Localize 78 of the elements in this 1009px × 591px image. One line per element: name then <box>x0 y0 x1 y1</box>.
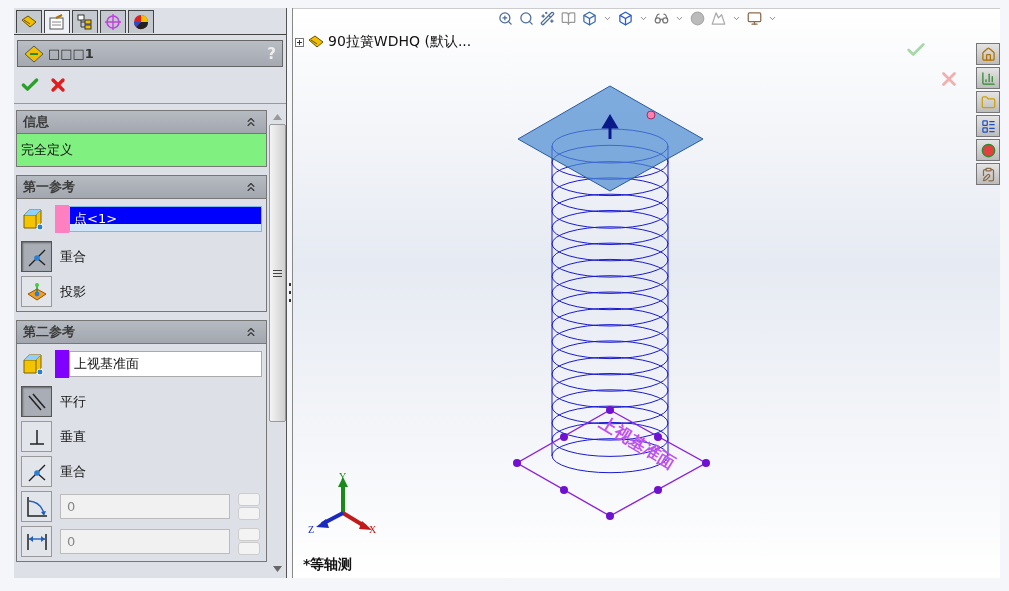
panel-tab[interactable] <box>128 10 154 33</box>
selection-field[interactable]: 上视基准面 <box>69 351 262 377</box>
direction-arrow <box>602 114 618 141</box>
property-title: □□□1 <box>48 46 95 61</box>
book-icon[interactable] <box>561 11 576 26</box>
wand-icon[interactable] <box>540 11 555 26</box>
properties-button[interactable] <box>976 163 1000 185</box>
ball-icon <box>980 142 996 158</box>
parallel-button[interactable] <box>21 386 52 417</box>
panel-tab[interactable] <box>72 10 98 33</box>
point-marker <box>646 110 656 120</box>
mate-icon <box>24 44 44 63</box>
cancel-button[interactable] <box>48 75 68 95</box>
angle-button[interactable] <box>21 491 52 522</box>
constraint-label: 重合 <box>60 247 86 266</box>
list-icon <box>980 118 996 134</box>
scroll-down-icon[interactable] <box>273 566 282 572</box>
appearance-button[interactable] <box>976 139 1000 161</box>
library-button[interactable] <box>976 67 1000 89</box>
glasses-icon[interactable] <box>654 11 669 26</box>
angle-icon <box>24 494 49 519</box>
collapse-icon[interactable] <box>244 180 258 194</box>
grip-icon[interactable] <box>273 268 282 278</box>
projection-icon <box>25 280 48 303</box>
house-icon <box>980 46 996 62</box>
search-icon[interactable] <box>519 11 534 26</box>
monitor-icon[interactable] <box>747 11 762 26</box>
caret-icon[interactable] <box>639 14 648 23</box>
cube-icon <box>21 352 45 376</box>
section-title: 第二参考 <box>23 323 75 341</box>
section-header[interactable]: 第二参考 <box>17 321 266 344</box>
cube-icon[interactable] <box>582 11 597 26</box>
section-header[interactable]: 第一参考 <box>17 176 266 199</box>
folder-icon <box>980 94 996 110</box>
caret-icon[interactable] <box>603 14 612 23</box>
perpendicular-button[interactable] <box>21 421 52 452</box>
configuration-icon <box>76 14 94 30</box>
coincident-button[interactable] <box>21 456 52 487</box>
view-name: *等轴测 <box>303 556 353 574</box>
tree-root-label[interactable]: 90拉簧WDHQ (默认... <box>328 33 472 51</box>
collapse-icon[interactable] <box>244 325 258 339</box>
constraint-label: 平行 <box>60 392 86 411</box>
color-wheel-icon <box>132 14 150 30</box>
distance-button[interactable] <box>21 526 52 557</box>
property-icon <box>48 14 66 30</box>
section-header[interactable]: 信息 <box>17 111 266 134</box>
status-message: 完全定义 <box>17 134 266 166</box>
constraint-label: 重合 <box>60 462 86 481</box>
expand-icon[interactable] <box>295 37 304 47</box>
axis-label: Z <box>308 524 315 535</box>
constraint-label: 投影 <box>60 282 86 301</box>
feature-tree-icon <box>20 14 38 30</box>
selection-field[interactable]: 点<1> <box>69 206 262 232</box>
home-button[interactable] <box>976 43 1000 65</box>
caret-icon[interactable] <box>768 14 777 23</box>
section-title: 信息 <box>23 113 49 131</box>
plane-label: 上视基准面 <box>595 412 680 474</box>
axis-label: X <box>369 524 377 535</box>
target-icon <box>104 14 122 30</box>
caret-icon[interactable] <box>732 14 741 23</box>
cube-icon <box>21 207 45 231</box>
folder-button[interactable] <box>976 91 1000 113</box>
panel-tab[interactable] <box>44 10 70 33</box>
panel-tab[interactable] <box>16 10 42 33</box>
view-palette-button[interactable] <box>976 115 1000 137</box>
bar-chart-icon <box>980 70 996 86</box>
clipboard-icon <box>980 166 996 182</box>
panel-tab[interactable] <box>100 10 126 33</box>
constraint-label: 垂直 <box>60 427 86 446</box>
zoom-icon[interactable] <box>498 11 513 26</box>
part-icon <box>307 34 325 50</box>
project-button[interactable] <box>21 276 52 307</box>
collapse-icon[interactable] <box>244 115 258 129</box>
splitter-handle[interactable] <box>287 281 292 305</box>
cube-icon[interactable] <box>618 11 633 26</box>
section-title: 第一参考 <box>23 178 75 196</box>
caret-icon[interactable] <box>675 14 684 23</box>
coincident-button[interactable] <box>21 241 52 272</box>
